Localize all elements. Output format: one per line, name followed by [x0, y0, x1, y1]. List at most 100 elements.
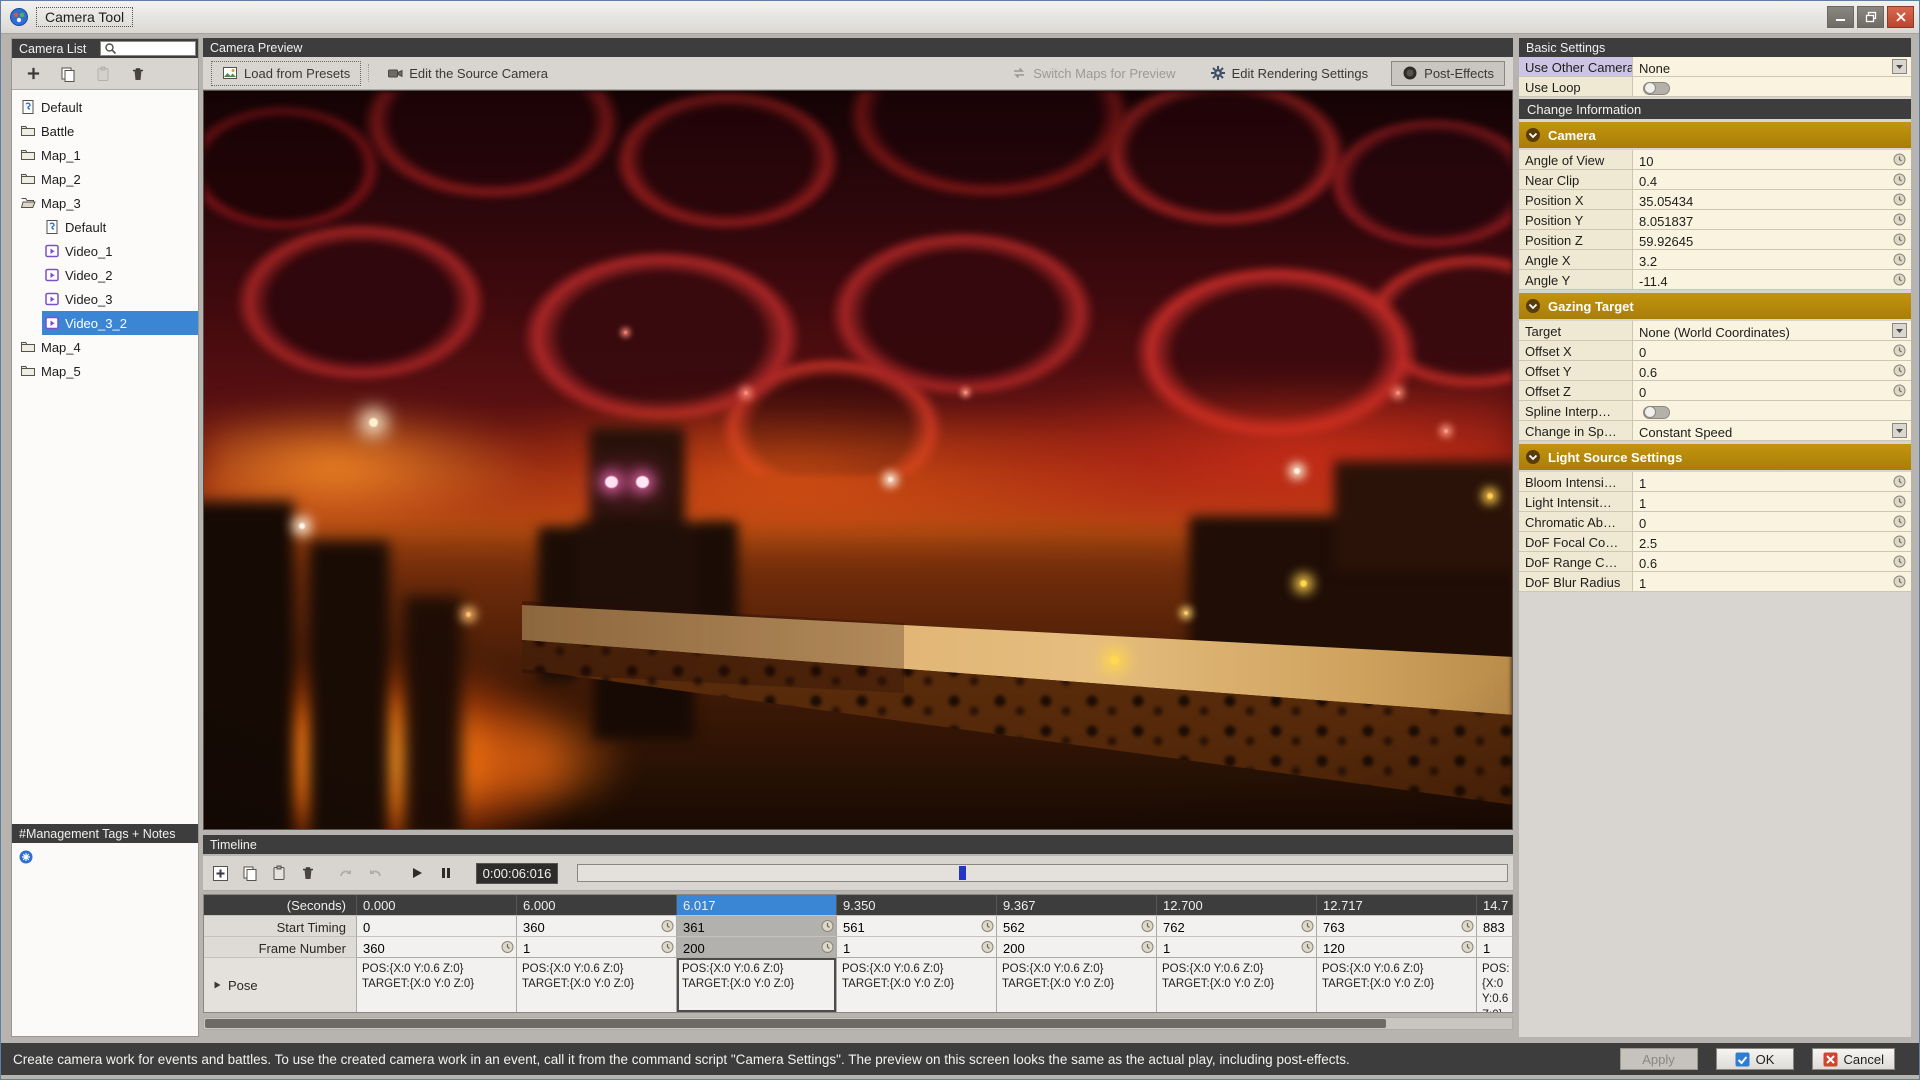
- tree-item-map-1[interactable]: Map_1: [12, 143, 198, 167]
- keyframe-icon[interactable]: [821, 941, 834, 954]
- apply-button[interactable]: Apply: [1619, 1048, 1698, 1070]
- keyframe-icon[interactable]: [1301, 920, 1314, 933]
- post-effects-button[interactable]: Post-Effects: [1391, 60, 1505, 86]
- delete-camera-button[interactable]: [126, 62, 150, 86]
- timeline-column-header[interactable]: 0.000: [357, 895, 517, 915]
- tree-item-video-2[interactable]: Video_2: [12, 263, 198, 287]
- cancel-button[interactable]: Cancel: [1811, 1048, 1895, 1070]
- duplicate-camera-button[interactable]: [56, 62, 80, 86]
- timeline-column-header[interactable]: 12.700: [1157, 895, 1317, 915]
- tree-item-map-2[interactable]: Map_2: [12, 167, 198, 191]
- tree-item-video-3[interactable]: Video_3: [12, 287, 198, 311]
- timeline-column-header[interactable]: 9.367: [997, 895, 1157, 915]
- start-timing-cell[interactable]: 361: [677, 915, 837, 936]
- paste-camera-button[interactable]: [91, 62, 115, 86]
- frame-number-cell[interactable]: 1: [837, 936, 997, 957]
- keyframe-icon[interactable]: [1887, 512, 1911, 531]
- tree-item-default[interactable]: Default: [12, 215, 198, 239]
- dropdown-button[interactable]: [1887, 57, 1911, 76]
- keyframe-icon[interactable]: [1461, 941, 1474, 954]
- section-header-camera[interactable]: Camera: [1519, 122, 1911, 148]
- frame-number-cell[interactable]: 1: [1477, 936, 1513, 957]
- pose-cell[interactable]: POS:{X:0 Y:0.6 Z:0} TARGET:{X:0 Y:0 Z:0}: [1477, 957, 1513, 1012]
- setting-value-offset-z[interactable]: 0: [1632, 381, 1887, 400]
- keyframe-icon[interactable]: [1141, 920, 1154, 933]
- keyframe-icon[interactable]: [1887, 532, 1911, 551]
- undo-button[interactable]: [362, 861, 387, 886]
- tree-item-battle[interactable]: Battle: [12, 119, 198, 143]
- setting-value-offset-x[interactable]: 0: [1632, 341, 1887, 360]
- keyframe-icon[interactable]: [1887, 361, 1911, 380]
- tree-item-default[interactable]: Default: [12, 95, 198, 119]
- start-timing-cell[interactable]: 883: [1477, 915, 1513, 936]
- edit-rendering-settings-button[interactable]: Edit Rendering Settings: [1199, 61, 1380, 86]
- minimize-button[interactable]: [1827, 6, 1854, 28]
- camera-list-search-input[interactable]: [100, 41, 196, 56]
- setting-value-chromatic-ab[interactable]: 0: [1632, 512, 1887, 531]
- setting-value-dof-focal-co[interactable]: 2.5: [1632, 532, 1887, 551]
- pose-cell[interactable]: POS:{X:0 Y:0.6 Z:0} TARGET:{X:0 Y:0 Z:0}: [677, 957, 837, 1012]
- setting-value-dof-blur-radius[interactable]: 1: [1632, 572, 1887, 591]
- keyframe-icon[interactable]: [1887, 230, 1911, 249]
- keyframe-icon[interactable]: [1887, 472, 1911, 491]
- scrollbar-thumb[interactable]: [205, 1019, 1387, 1028]
- keyframe-icon[interactable]: [821, 920, 834, 933]
- setting-value-position-y[interactable]: 8.051837: [1632, 210, 1887, 229]
- timeline-column-header[interactable]: 6.000: [517, 895, 677, 915]
- setting-value-bloom-intensi[interactable]: 1: [1632, 472, 1887, 491]
- setting-value-use-other-camera[interactable]: None: [1632, 57, 1887, 76]
- add-keyframe-button[interactable]: [208, 861, 233, 886]
- keyframe-icon[interactable]: [1887, 250, 1911, 269]
- close-button[interactable]: [1887, 6, 1914, 28]
- setting-value-position-z[interactable]: 59.92645: [1632, 230, 1887, 249]
- keyframe-icon[interactable]: [1887, 572, 1911, 591]
- setting-value-change-in-sp[interactable]: Constant Speed: [1632, 421, 1887, 440]
- start-timing-cell[interactable]: 562: [997, 915, 1157, 936]
- toggle-spline-interp[interactable]: [1643, 405, 1670, 419]
- play-button[interactable]: [404, 861, 429, 886]
- frame-number-cell[interactable]: 1: [1157, 936, 1317, 957]
- timeline-column-header[interactable]: 14.7: [1477, 895, 1513, 915]
- keyframe-icon[interactable]: [1887, 341, 1911, 360]
- timeline-column-header[interactable]: 12.717: [1317, 895, 1477, 915]
- setting-value-light-intensit[interactable]: 1: [1632, 492, 1887, 511]
- setting-value-position-x[interactable]: 35.05434: [1632, 190, 1887, 209]
- setting-value-near-clip[interactable]: 0.4: [1632, 170, 1887, 189]
- setting-value-dof-range-c[interactable]: 0.6: [1632, 552, 1887, 571]
- keyframe-icon[interactable]: [1887, 210, 1911, 229]
- timeline-column-header[interactable]: 9.350: [837, 895, 997, 915]
- pose-cell[interactable]: POS:{X:0 Y:0.6 Z:0} TARGET:{X:0 Y:0 Z:0}: [837, 957, 997, 1012]
- keyframe-icon[interactable]: [1887, 492, 1911, 511]
- pose-cell[interactable]: POS:{X:0 Y:0.6 Z:0} TARGET:{X:0 Y:0 Z:0}: [997, 957, 1157, 1012]
- section-header-gazing-target[interactable]: Gazing Target: [1519, 293, 1911, 319]
- timeline-column-header[interactable]: 6.017: [677, 895, 837, 915]
- keyframe-icon[interactable]: [501, 941, 514, 954]
- ok-button[interactable]: OK: [1715, 1048, 1794, 1070]
- dropdown-button[interactable]: [1887, 321, 1911, 340]
- setting-value-angle-x[interactable]: 3.2: [1632, 250, 1887, 269]
- load-from-presets-button[interactable]: Load from Presets: [211, 60, 362, 86]
- setting-value-offset-y[interactable]: 0.6: [1632, 361, 1887, 380]
- keyframe-icon[interactable]: [661, 920, 674, 933]
- add-camera-button[interactable]: [21, 62, 45, 86]
- dropdown-button[interactable]: [1887, 421, 1911, 440]
- paste-keyframe-button[interactable]: [266, 861, 291, 886]
- tree-item-video-3-2[interactable]: Video_3_2: [12, 311, 198, 335]
- playhead-marker[interactable]: [958, 866, 966, 880]
- keyframe-icon[interactable]: [661, 941, 674, 954]
- pose-cell[interactable]: POS:{X:0 Y:0.6 Z:0} TARGET:{X:0 Y:0 Z:0}: [1157, 957, 1317, 1012]
- pose-cell[interactable]: POS:{X:0 Y:0.6 Z:0} TARGET:{X:0 Y:0 Z:0}: [1317, 957, 1477, 1012]
- restore-button[interactable]: [1857, 6, 1884, 28]
- copy-keyframe-button[interactable]: [237, 861, 262, 886]
- start-timing-cell[interactable]: 0: [357, 915, 517, 936]
- start-timing-cell[interactable]: 762: [1157, 915, 1317, 936]
- pause-button[interactable]: [433, 861, 458, 886]
- keyframe-icon[interactable]: [1301, 941, 1314, 954]
- start-timing-cell[interactable]: 360: [517, 915, 677, 936]
- setting-value-target[interactable]: None (World Coordinates): [1632, 321, 1887, 340]
- tree-item-video-1[interactable]: Video_1: [12, 239, 198, 263]
- expander-icon[interactable]: [212, 980, 222, 990]
- setting-value-angle-y[interactable]: -11.4: [1632, 270, 1887, 289]
- edit-source-camera-button[interactable]: Edit the Source Camera: [376, 61, 559, 86]
- frame-number-cell[interactable]: 200: [997, 936, 1157, 957]
